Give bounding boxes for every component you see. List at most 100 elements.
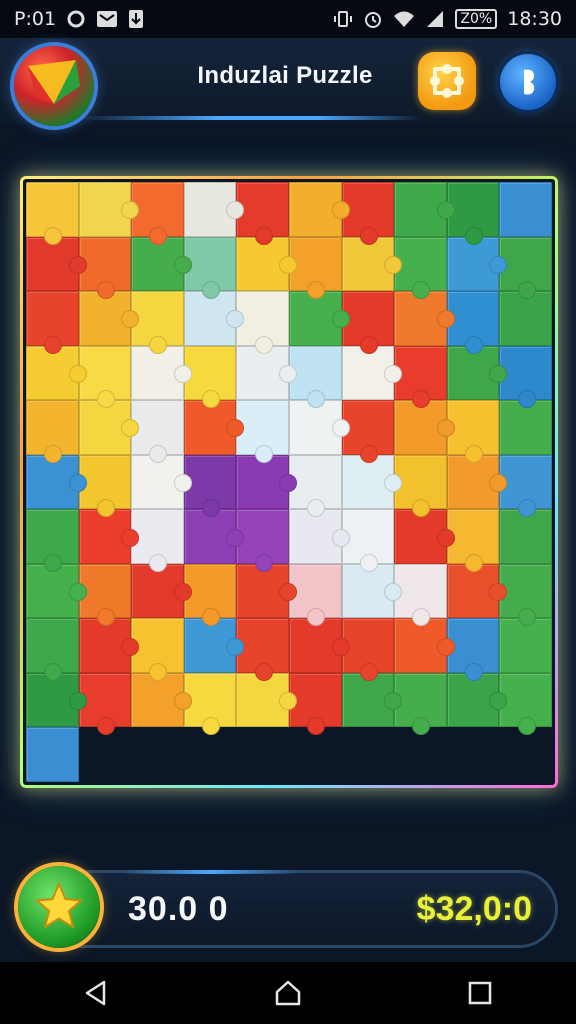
puzzle-piece[interactable] <box>26 727 79 782</box>
star-button[interactable] <box>18 866 100 948</box>
puzzle-piece[interactable] <box>341 672 402 728</box>
puzzle-piece[interactable] <box>131 400 184 463</box>
puzzle-piece[interactable] <box>394 454 447 517</box>
puzzle-piece[interactable] <box>288 727 350 782</box>
puzzle-piece[interactable] <box>183 291 244 346</box>
puzzle-piece[interactable] <box>236 727 289 782</box>
puzzle-piece[interactable] <box>26 291 79 354</box>
home-button[interactable] <box>258 971 318 1015</box>
puzzle-piece[interactable] <box>499 291 552 346</box>
puzzle-piece[interactable] <box>341 563 402 619</box>
puzzle-piece[interactable] <box>131 618 184 681</box>
puzzle-piece[interactable] <box>499 236 552 299</box>
puzzle-piece[interactable] <box>394 345 447 408</box>
puzzle-piece[interactable] <box>26 618 79 681</box>
puzzle-piece[interactable] <box>131 672 192 728</box>
puzzle-piece[interactable] <box>499 727 552 782</box>
recents-button[interactable] <box>450 971 510 1015</box>
puzzle-piece[interactable] <box>341 345 402 401</box>
puzzle-piece[interactable] <box>446 727 500 782</box>
puzzle-piece[interactable] <box>499 345 552 408</box>
puzzle-piece[interactable] <box>131 454 192 510</box>
puzzle-piece[interactable] <box>236 236 297 292</box>
puzzle-piece[interactable] <box>394 727 455 782</box>
puzzle-piece[interactable] <box>236 182 289 244</box>
puzzle-piece[interactable] <box>78 291 139 346</box>
puzzle-piece[interactable] <box>394 672 447 735</box>
status-bar: P:01 Z0% 18:30 <box>0 0 576 38</box>
puzzle-piece[interactable] <box>394 236 447 299</box>
back-button[interactable] <box>66 971 126 1015</box>
puzzle-piece[interactable] <box>236 345 297 401</box>
puzzle-piece[interactable] <box>446 563 507 619</box>
puzzle-piece[interactable] <box>78 727 139 782</box>
puzzle-piece[interactable] <box>446 672 507 728</box>
puzzle-piece[interactable] <box>446 236 507 292</box>
puzzle-piece[interactable] <box>26 672 87 728</box>
puzzle-piece[interactable] <box>131 509 184 572</box>
puzzle-piece[interactable] <box>499 672 552 735</box>
puzzle-piece[interactable] <box>183 182 244 237</box>
puzzle-piece[interactable] <box>499 509 552 564</box>
app-logo-icon[interactable] <box>14 46 94 126</box>
puzzle-piece[interactable] <box>183 618 244 673</box>
puzzle-board[interactable] <box>26 182 552 782</box>
puzzle-piece[interactable] <box>341 727 395 782</box>
puzzle-piece[interactable] <box>131 182 184 244</box>
puzzle-piece[interactable] <box>288 509 350 564</box>
puzzle-piece[interactable] <box>26 509 79 572</box>
notification-icon <box>66 9 86 29</box>
puzzle-piece[interactable] <box>499 618 552 673</box>
puzzle-piece[interactable] <box>236 454 297 510</box>
puzzle-piece[interactable] <box>236 672 297 728</box>
profile-button[interactable] <box>500 54 556 110</box>
puzzle-piece[interactable] <box>236 291 289 354</box>
puzzle-piece[interactable] <box>26 400 79 463</box>
download-icon <box>128 9 144 29</box>
puzzle-piece[interactable] <box>288 291 350 346</box>
puzzle-piece[interactable] <box>446 345 507 401</box>
puzzle-piece[interactable] <box>183 509 244 564</box>
puzzle-piece[interactable] <box>26 182 79 244</box>
puzzle-piece[interactable] <box>26 563 87 619</box>
hint-button[interactable] <box>418 52 476 110</box>
puzzle-piece[interactable] <box>446 454 507 510</box>
status-left-text: P:01 <box>14 8 57 30</box>
puzzle-piece[interactable] <box>236 563 297 619</box>
puzzle-piece[interactable] <box>236 618 289 681</box>
puzzle-piece[interactable] <box>131 727 184 782</box>
puzzle-piece[interactable] <box>288 400 350 455</box>
puzzle-piece[interactable] <box>394 563 447 626</box>
puzzle-piece[interactable] <box>499 400 552 455</box>
puzzle-piece[interactable] <box>78 618 139 673</box>
signal-icon <box>425 10 445 28</box>
status-bar-right: Z0% 18:30 <box>333 8 562 30</box>
puzzle-piece[interactable] <box>131 291 184 354</box>
puzzle-piece[interactable] <box>499 563 552 626</box>
puzzle-piece[interactable] <box>288 182 350 237</box>
puzzle-piece[interactable] <box>26 454 87 510</box>
puzzle-piece[interactable] <box>288 618 350 673</box>
puzzle-piece[interactable] <box>394 509 455 564</box>
puzzle-piece[interactable] <box>131 345 192 401</box>
recents-icon <box>468 981 492 1005</box>
puzzle-piece[interactable] <box>183 400 244 455</box>
puzzle-piece[interactable] <box>183 727 244 782</box>
puzzle-piece[interactable] <box>394 291 455 346</box>
puzzle-piece[interactable] <box>131 236 192 292</box>
puzzle-piece[interactable] <box>394 182 455 237</box>
puzzle-piece[interactable] <box>26 345 87 401</box>
puzzle-piece[interactable] <box>26 236 87 292</box>
puzzle-piece[interactable] <box>131 563 192 619</box>
puzzle-piece[interactable] <box>236 400 289 463</box>
puzzle-piece[interactable] <box>78 509 139 564</box>
puzzle-piece[interactable] <box>499 182 552 237</box>
puzzle-piece[interactable] <box>78 400 139 455</box>
puzzle-piece[interactable] <box>394 618 455 673</box>
puzzle-piece[interactable] <box>78 182 139 237</box>
puzzle-piece[interactable] <box>499 454 552 517</box>
puzzle-piece[interactable] <box>341 236 402 292</box>
puzzle-piece[interactable] <box>236 509 289 572</box>
puzzle-piece[interactable] <box>394 400 455 455</box>
puzzle-piece[interactable] <box>341 454 402 510</box>
